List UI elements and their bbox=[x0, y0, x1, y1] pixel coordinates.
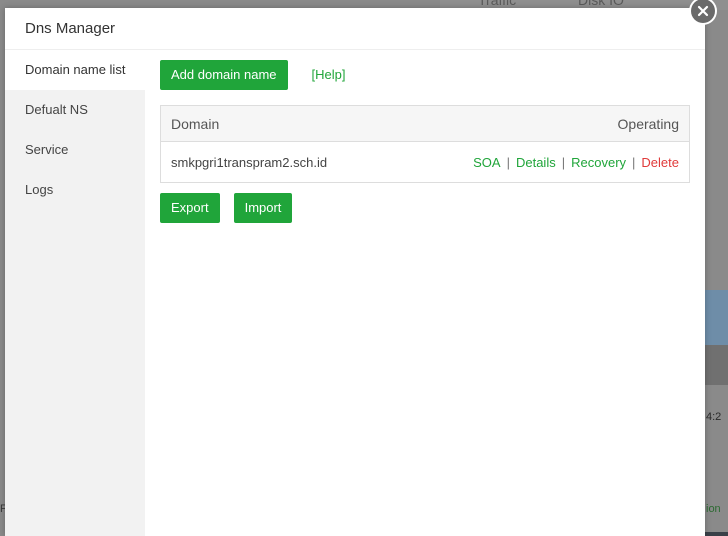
sidebar-item-service[interactable]: Service bbox=[5, 130, 145, 170]
table-header-row: Domain Operating bbox=[160, 105, 690, 142]
sidebar-item-default-ns[interactable]: Defualt NS bbox=[5, 90, 145, 130]
domain-cell: smkpgri1transpram2.sch.id bbox=[171, 154, 328, 170]
separator: | bbox=[561, 154, 566, 170]
separator: | bbox=[632, 154, 636, 170]
bg-diskio-label: Disk IO bbox=[578, 0, 624, 8]
dns-manager-dialog: Dns Manager Domain name list Defualt NS … bbox=[5, 8, 705, 536]
table-row: smkpgri1transpram2.sch.id SOA | Details | Re… bbox=[161, 142, 690, 183]
sidebar-item-logs[interactable]: Logs bbox=[5, 170, 145, 210]
add-domain-button[interactable]: Add domain name bbox=[160, 59, 288, 90]
dialog-header: Dns Manager bbox=[5, 8, 705, 50]
main-content: Add domain name [Help] Domain Operating … bbox=[160, 50, 690, 223]
details-link[interactable]: Details bbox=[516, 155, 556, 170]
bg-axis-label: 4:2 bbox=[706, 411, 722, 423]
recovery-link[interactable]: Recovery bbox=[571, 155, 626, 170]
sidebar: Domain name list Defualt NS Service Logs bbox=[5, 50, 145, 536]
delete-link[interactable]: Delete bbox=[641, 155, 679, 170]
bg-traffic-label: Traffic bbox=[478, 0, 517, 8]
background-chart-shade bbox=[705, 345, 728, 385]
dialog-title: Dns Manager bbox=[25, 20, 116, 37]
action-buttons: Export Import bbox=[160, 193, 690, 223]
column-header-domain: Domain bbox=[160, 105, 393, 142]
toolbar: Add domain name [Help] bbox=[160, 50, 690, 97]
operations-cell: SOA | Details | Recovery | Delete bbox=[392, 142, 689, 183]
import-button[interactable]: Import bbox=[233, 193, 293, 223]
sidebar-item-domain-name-list[interactable]: Domain name list bbox=[5, 50, 145, 90]
soa-link[interactable]: SOA bbox=[473, 155, 500, 170]
column-header-operating: Operating bbox=[392, 105, 690, 142]
export-button[interactable]: Export bbox=[160, 193, 220, 223]
close-icon bbox=[691, 0, 715, 23]
bg-right-text: ion bbox=[706, 503, 721, 515]
domain-table: Domain Operating smkpgri1transpram2.sch.… bbox=[160, 105, 690, 183]
help-link[interactable]: [Help] bbox=[312, 67, 346, 82]
separator: | bbox=[506, 154, 510, 170]
